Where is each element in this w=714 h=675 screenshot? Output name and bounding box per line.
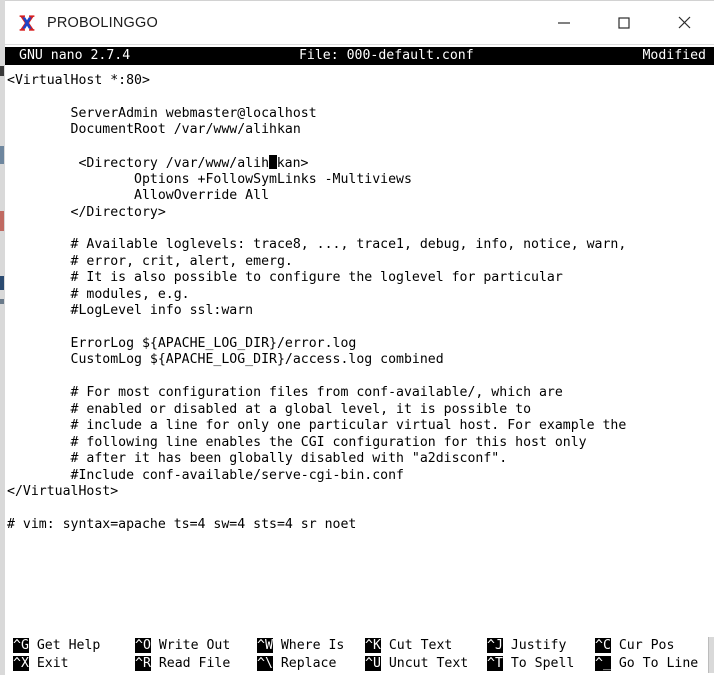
window-controls [534, 1, 714, 44]
shortcut-item[interactable]: ^X Exit [13, 655, 69, 673]
shortcut-key: ^K [365, 638, 381, 653]
sliver-segment [0, 146, 4, 164]
maximize-icon [617, 16, 631, 30]
shortcut-item[interactable]: ^\ Replace [257, 655, 336, 673]
nano-title-bar: GNU nano 2.7.4 File: 000-default.conf Mo… [5, 47, 714, 65]
nano-text-line: DocumentRoot /var/www/alihkan [7, 122, 301, 138]
minimize-icon [557, 16, 571, 30]
shortcut-label: To Spell [502, 656, 575, 671]
nano-filename: File: 000-default.conf [298, 48, 474, 63]
minimize-button[interactable] [534, 1, 594, 44]
shortcut-bar-right-edge [708, 637, 714, 673]
shortcut-label: Go To Line [610, 656, 699, 671]
nano-version: GNU nano 2.7.4 [19, 48, 131, 63]
nano-text-line: # For most configuration files from conf… [7, 385, 563, 401]
nano-text-line: # modules, e.g. [7, 286, 190, 302]
titlebar-left-group: PROBOLINGGO [5, 13, 534, 33]
text-cursor [269, 155, 277, 170]
sliver-segment [0, 299, 4, 304]
nano-text-line: #LogLevel info ssl:warn [7, 303, 254, 319]
shortcut-item[interactable]: ^W Where Is [257, 637, 344, 655]
sliver-segment [0, 211, 4, 231]
nano-text-line: # vim: syntax=apache ts=4 sw=4 sts=4 sr … [7, 516, 357, 532]
nano-text-line: # It is also possible to configure the l… [7, 270, 563, 286]
nano-text-line: <Directory /var/www/alih kan> [7, 155, 714, 171]
nano-text-line: ErrorLog ${APACHE_LOG_DIR}/error.log [7, 336, 357, 351]
shortcut-item[interactable]: ^G Get Help [13, 637, 100, 655]
shortcut-item[interactable]: ^K Cut Text [365, 637, 452, 655]
nano-shortcut-bar: ^G Get Help ^O Write Out ^W Where Is ^K Cut… [5, 637, 714, 673]
sliver-segment [0, 66, 4, 76]
nano-text-line [7, 139, 714, 155]
shortcut-label: Read File [150, 656, 231, 671]
nano-text-line: Options +FollowSymLinks -Multiviews [7, 171, 412, 187]
nano-text-line: # following line enables the CGI configu… [7, 434, 587, 450]
shortcut-label: Exit [28, 656, 69, 671]
shortcut-label: Get Help [28, 638, 101, 653]
nano-line-text: <Directory /var/www/alih [7, 156, 270, 172]
shortcut-item[interactable]: ^_ Go To Line [595, 655, 698, 673]
shortcut-key: ^X [13, 656, 29, 671]
nano-text-line [7, 369, 714, 385]
shortcut-key: ^\ [257, 656, 273, 671]
nano-text-line: <VirtualHost *:80> [7, 73, 150, 88]
shortcut-item[interactable]: ^J Justify [487, 637, 566, 655]
close-button[interactable] [654, 1, 714, 44]
shortcut-label: Where Is [272, 638, 345, 653]
nano-text-line [7, 500, 714, 516]
nano-text-line [7, 221, 714, 237]
shortcut-item[interactable]: ^T To Spell [487, 655, 574, 673]
shortcut-key: ^O [135, 638, 151, 653]
terminal-screen[interactable]: GNU nano 2.7.4 File: 000-default.conf Mo… [5, 45, 714, 675]
shortcut-key: ^U [365, 656, 381, 671]
nano-text-line: # error, crit, alert, emerg. [7, 253, 293, 269]
nano-text-line: # enabled or disabled at a global level,… [7, 401, 532, 417]
nano-text-line: CustomLog ${APACHE_LOG_DIR}/access.log c… [7, 352, 444, 368]
window-title: PROBOLINGGO [47, 14, 158, 31]
nano-line-text: kan> [276, 156, 309, 172]
sliver-segment [0, 276, 4, 290]
nano-text-line: ServerAdmin webmaster@localhost [7, 105, 317, 121]
shortcut-label: Cut Text [380, 638, 453, 653]
shortcut-item[interactable]: ^C Cur Pos [595, 637, 674, 655]
close-icon [677, 15, 692, 30]
shortcut-label: Justify [502, 638, 567, 653]
shortcut-row-1: ^G Get Help ^O Write Out ^W Where Is ^K Cut… [5, 637, 714, 655]
shortcut-key: ^G [13, 638, 29, 653]
shortcut-label: Uncut Text [380, 656, 469, 671]
shortcut-item[interactable]: ^O Write Out [135, 637, 230, 655]
nano-text-line: # after it has been globally disabled wi… [7, 451, 508, 467]
putty-nano-window: PROBOLINGGO GNU nano 2.7.4 File: 000-def… [0, 0, 714, 675]
shortcut-key: ^T [487, 656, 503, 671]
shortcut-row-2: ^X Exit ^R Read File ^\ Replace ^U Uncut Te… [5, 655, 714, 673]
putty-x-icon [17, 13, 37, 33]
shortcut-key: ^_ [595, 656, 611, 671]
shortcut-key: ^R [135, 656, 151, 671]
nano-text-line: </Directory> [7, 204, 166, 220]
nano-modified-flag: Modified [642, 48, 706, 63]
nano-text-line [7, 320, 714, 336]
nano-text-line: # include a line for only one particular… [7, 418, 627, 434]
shortcut-label: Cur Pos [610, 638, 675, 653]
nano-text-line: # Available loglevels: trace8, ..., trac… [7, 237, 627, 253]
shortcut-item[interactable]: ^R Read File [135, 655, 230, 673]
nano-text-line: AllowOverride All [7, 188, 270, 204]
shortcut-label: Write Out [150, 638, 231, 653]
shortcut-key: ^W [257, 638, 273, 653]
window-titlebar[interactable]: PROBOLINGGO [5, 0, 714, 45]
nano-text-line [7, 89, 714, 105]
nano-text-buffer[interactable]: <VirtualHost *:80> ServerAdmin webmaster… [5, 73, 714, 633]
shortcut-key: ^C [595, 638, 611, 653]
shortcut-key: ^J [487, 638, 503, 653]
maximize-button[interactable] [594, 1, 654, 44]
nano-text-line: </VirtualHost> [7, 483, 119, 499]
shortcut-label: Replace [272, 656, 337, 671]
shortcut-item[interactable]: ^U Uncut Text [365, 655, 468, 673]
nano-text-line: #Include conf-available/serve-cgi-bin.co… [7, 467, 404, 483]
